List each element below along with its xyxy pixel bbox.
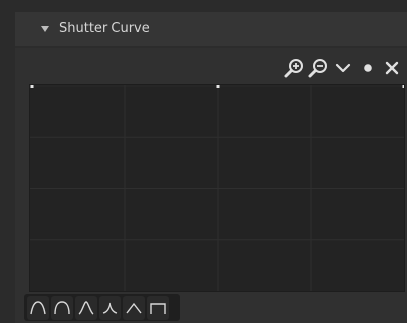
sphere-preset-icon bbox=[54, 300, 70, 314]
chevron-down-icon[interactable] bbox=[332, 57, 354, 79]
header-divider bbox=[15, 46, 407, 48]
panel-title: Shutter Curve bbox=[59, 21, 150, 36]
sphere-preset-button[interactable] bbox=[51, 295, 73, 320]
zoom-in-icon[interactable] bbox=[283, 57, 305, 79]
smooth-preset-button[interactable] bbox=[27, 295, 49, 320]
root-preset-button[interactable] bbox=[75, 295, 97, 320]
panel-header[interactable]: Shutter Curve bbox=[15, 12, 407, 46]
expand-chevron-icon[interactable] bbox=[40, 25, 50, 33]
curve-preset-buttons bbox=[24, 294, 180, 321]
sharp-preset-icon bbox=[102, 302, 118, 314]
close-icon[interactable] bbox=[381, 57, 403, 79]
curve-control-point[interactable] bbox=[30, 85, 34, 88]
smooth-preset-icon bbox=[30, 300, 46, 314]
zoom-out-icon[interactable] bbox=[307, 57, 329, 79]
dot-icon[interactable] bbox=[357, 57, 379, 79]
curve-control-point[interactable] bbox=[402, 85, 406, 88]
curve-editor[interactable] bbox=[29, 84, 405, 292]
linear-preset-icon bbox=[126, 302, 142, 313]
max-preset-icon bbox=[150, 302, 166, 314]
curve-control-point[interactable] bbox=[216, 85, 220, 88]
curve-graph[interactable] bbox=[30, 85, 405, 292]
linear-preset-button[interactable] bbox=[123, 295, 145, 320]
sharp-preset-button[interactable] bbox=[99, 295, 121, 320]
max-preset-button[interactable] bbox=[147, 295, 169, 320]
root-preset-icon bbox=[78, 300, 94, 315]
